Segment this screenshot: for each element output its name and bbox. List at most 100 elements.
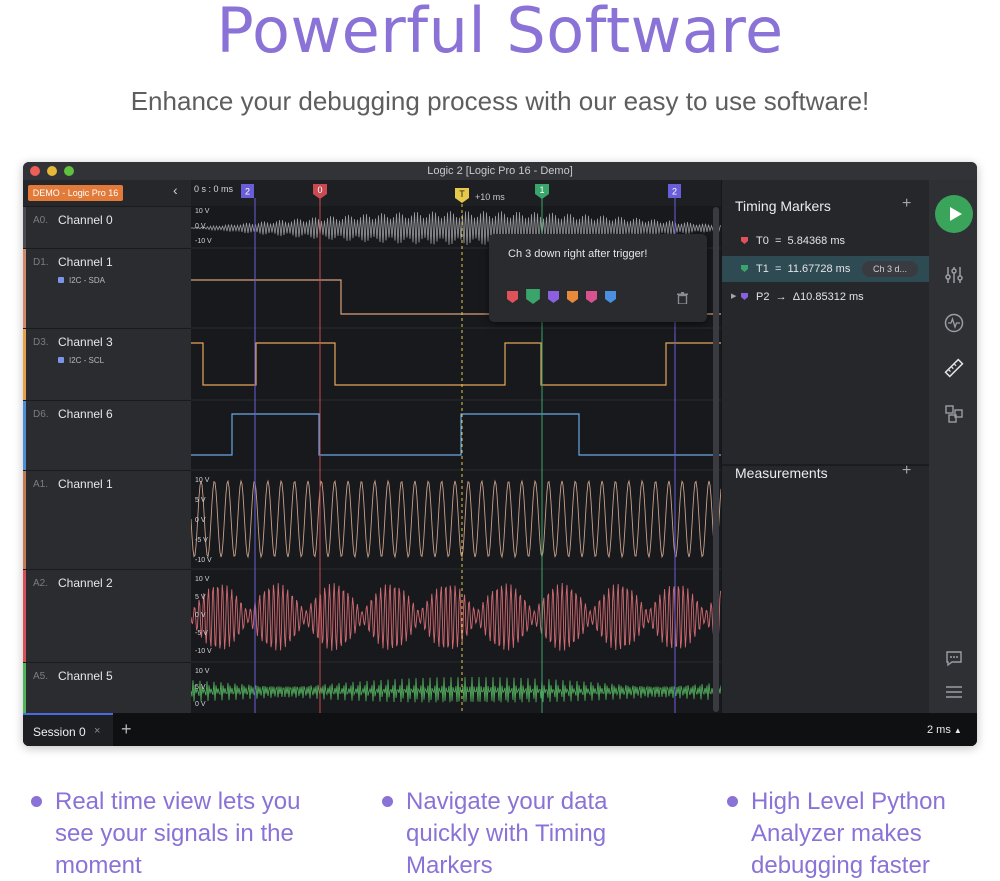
svg-text:-5 V: -5 V (195, 537, 208, 544)
marker-note-tag[interactable]: Ch 3 d... (862, 261, 918, 277)
waveform-view[interactable]: 0 s : 0 ms +10 ms 10 V 0 V -10 V 10 V 5 … (190, 180, 722, 713)
flag-color-orange[interactable] (567, 291, 578, 303)
channel-row[interactable]: D6. Channel 6 (23, 400, 191, 470)
channel-color-stripe (23, 329, 26, 400)
markers-panel: Timing Markers + T0 = 5.84368 ms T1 = 11… (721, 180, 930, 713)
channel-color-stripe (23, 207, 26, 248)
svg-text:0 V: 0 V (195, 612, 206, 619)
add-measurement-button[interactable]: + (902, 462, 911, 480)
flag-color-purple[interactable] (548, 291, 559, 303)
analyzer-label: I2C - SCL (58, 356, 104, 365)
flag-color-red[interactable] (507, 291, 518, 303)
marker-flag-label: 1 (539, 185, 544, 195)
waveform-trace (190, 479, 722, 559)
session-tab[interactable]: Session 0 × (23, 713, 113, 746)
play-icon[interactable] (935, 195, 973, 233)
flag-color-blue[interactable] (605, 291, 616, 303)
timeline-offset-label: +10 ms (475, 192, 505, 202)
flag-color-pink[interactable] (586, 291, 597, 303)
svg-text:5 V: 5 V (195, 497, 206, 504)
layout-icon[interactable] (944, 404, 964, 424)
comment-icon[interactable] (944, 648, 964, 668)
menu-icon[interactable] (944, 682, 964, 702)
channel-name: Channel 5 (58, 669, 113, 683)
svg-text:-10 V: -10 V (195, 557, 212, 564)
hero-title: Powerful Software (216, 0, 784, 67)
flag-color-green[interactable] (526, 289, 540, 304)
channel-color-stripe (23, 401, 26, 470)
channel-a1-waveform (190, 479, 722, 559)
channel-id: D3. (33, 337, 49, 348)
channel-color-stripe (23, 249, 26, 328)
channel-color-stripe (23, 471, 26, 569)
channel-id: A1. (33, 479, 49, 490)
bullet-dot-icon (727, 796, 738, 807)
channel-row[interactable]: A1. Channel 1 (23, 470, 191, 569)
waveform-trace (190, 582, 722, 651)
channel-id: D6. (33, 409, 49, 420)
svg-text:0 V: 0 V (195, 223, 206, 230)
timing-marker-row[interactable]: ▶ P2 → Δ10.85312 ms (722, 284, 930, 310)
voltage-scales: 10 V 0 V -10 V 10 V 5 V 0 V -5 V -10 V 1… (195, 208, 212, 708)
minimize-window-button[interactable] (47, 166, 57, 176)
timing-marker-label: T0 = 5.84368 ms (756, 235, 846, 247)
channel-a2-waveform (190, 582, 722, 651)
feature-text: Navigate your data quickly with Timing M… (406, 788, 608, 879)
channel-row[interactable]: A5. Channel 5 (23, 662, 191, 713)
measurements-title: Measurements (735, 465, 828, 481)
marker-flag-label: 2 (245, 187, 250, 197)
marker-flag-label: 0 (317, 185, 322, 195)
analyzer-icon (58, 357, 64, 363)
device-badge[interactable]: DEMO - Logic Pro 16 (28, 185, 123, 201)
channel-row[interactable]: A0. Channel 0 (23, 206, 191, 248)
channel-a5-waveform (190, 676, 722, 703)
session-tab-label: Session 0 (33, 725, 86, 739)
timing-marker-row[interactable]: T0 = 5.84368 ms (722, 228, 930, 254)
sliders-icon[interactable] (944, 265, 964, 285)
bullet-dot-icon (31, 796, 42, 807)
trash-icon[interactable] (677, 292, 688, 304)
svg-text:10 V: 10 V (195, 576, 210, 583)
marker-flag-icon (741, 293, 748, 300)
collapse-panel-icon[interactable]: ‹ (173, 182, 178, 198)
channel-row[interactable]: D1. Channel 1 I2C - SDA (23, 248, 191, 328)
maximize-window-button[interactable] (64, 166, 74, 176)
channel-color-stripe (23, 663, 26, 713)
channel-id: A5. (33, 671, 49, 682)
side-toolbar (929, 180, 977, 713)
marker-flag-icon (741, 237, 748, 244)
zoom-level[interactable]: 2 ms ▲ (927, 724, 962, 736)
timeline-start-label: 0 s : 0 ms (194, 184, 234, 194)
window-title: Logic 2 [Logic Pro 16 - Demo] (427, 165, 573, 177)
add-timing-marker-button[interactable]: + (902, 195, 911, 213)
waveform-trace (190, 676, 722, 703)
channel-id: A0. (33, 215, 49, 226)
expand-caret-icon[interactable]: ▶ (731, 292, 736, 300)
window-titlebar: Logic 2 [Logic Pro 16 - Demo] (23, 162, 977, 180)
waveform-scrollbar[interactable] (713, 207, 719, 712)
add-session-button[interactable]: + (121, 719, 132, 740)
marker-note-text: Ch 3 down right after trigger! (508, 248, 648, 260)
feature-text: Real time view lets you see your signals… (55, 788, 301, 879)
channel-name: Channel 1 (58, 477, 113, 491)
feature-text: High Level Python Analyzer makes debuggi… (751, 788, 946, 879)
svg-text:0 V: 0 V (195, 517, 206, 524)
waveform-icon[interactable] (944, 313, 964, 333)
ruler-icon[interactable] (944, 358, 964, 378)
timing-marker-label: T1 = 11.67728 ms (756, 263, 851, 275)
channel-row[interactable]: D3. Channel 3 I2C - SCL (23, 328, 191, 400)
svg-text:-10 V: -10 V (195, 648, 212, 655)
timing-markers-title: Timing Markers (735, 198, 831, 214)
close-window-button[interactable] (30, 166, 40, 176)
timing-marker-label: P2 → Δ10.85312 ms (756, 291, 864, 303)
close-session-icon[interactable]: × (94, 725, 100, 737)
timing-marker-row-selected[interactable]: T1 = 11.67728 ms Ch 3 d... (722, 256, 930, 282)
svg-text:10 V: 10 V (195, 477, 210, 484)
channel-list: DEMO - Logic Pro 16 ‹ A0. Channel 0 D1. … (23, 180, 191, 713)
channel-name: Channel 0 (58, 213, 113, 227)
app-window: Logic 2 [Logic Pro 16 - Demo] DEMO - Log… (23, 162, 977, 746)
marker-flag-label: T (459, 189, 465, 199)
svg-text:5 V: 5 V (195, 684, 206, 691)
marker-note-popup: Ch 3 down right after trigger! (489, 234, 707, 322)
channel-row[interactable]: A2. Channel 2 (23, 569, 191, 662)
